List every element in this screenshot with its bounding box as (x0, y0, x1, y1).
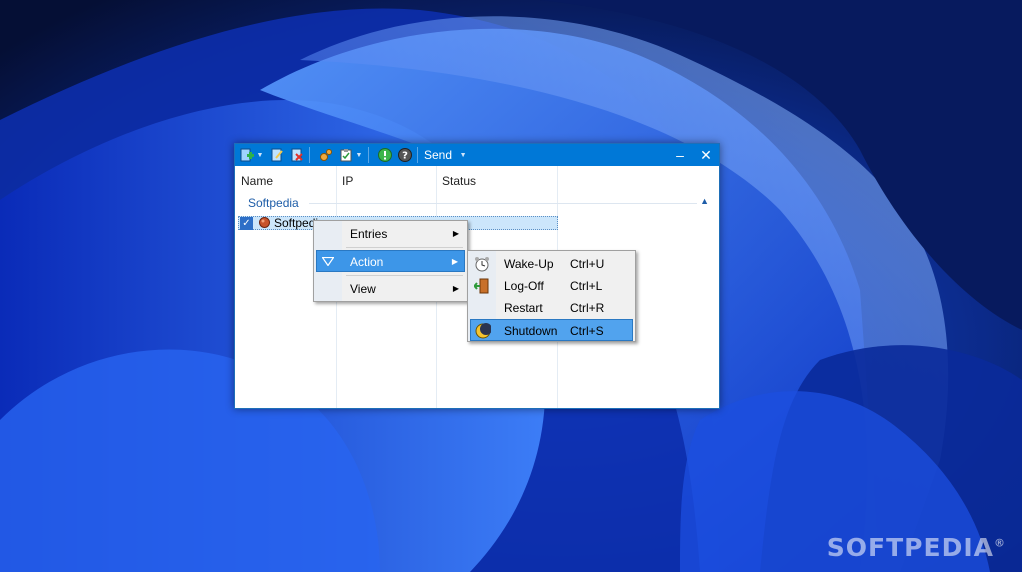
menu-item-restart[interactable]: Restart Ctrl+R (470, 297, 633, 319)
send-dropdown-arrow[interactable]: ▼ (458, 147, 468, 164)
menu-separator (346, 247, 463, 248)
moon-icon (475, 323, 491, 339)
action-submenu: Wake-Up Ctrl+U Log-Off Ctrl+L Restart Ct… (467, 250, 636, 342)
add-computer-icon (240, 148, 254, 162)
clipboard-button[interactable] (337, 147, 354, 164)
delete-button[interactable] (288, 147, 305, 164)
edit-button[interactable] (268, 147, 285, 164)
menu-item-shortcut: Ctrl+R (570, 301, 605, 315)
toolbar: ▼ ▼ ? Send ▼ – ✕ (235, 144, 719, 166)
menu-item-shutdown[interactable]: Shutdown Ctrl+S (470, 319, 633, 341)
help-button[interactable]: ? (396, 147, 413, 164)
door-exit-icon (474, 278, 489, 294)
add-dropdown-arrow[interactable]: ▼ (255, 147, 265, 164)
menu-item-label: Shutdown (504, 324, 558, 338)
submenu-arrow-icon: ▶ (452, 229, 459, 238)
info-button[interactable] (376, 147, 393, 164)
submenu-arrow-icon: ▶ (452, 284, 459, 293)
column-name[interactable]: Name (235, 166, 336, 196)
submenu-arrow-icon: ▶ (451, 257, 458, 266)
group-divider (309, 203, 697, 204)
menu-item-label: Entries (350, 227, 388, 241)
context-menu: Entries ▶ Action ▶ View ▶ (313, 220, 468, 302)
menu-item-label: Action (350, 255, 384, 269)
filter-triangle-icon (322, 257, 334, 266)
list-column-header: Name IP Status (235, 166, 719, 196)
menu-item-entries[interactable]: Entries ▶ (316, 223, 465, 245)
menu-separator (346, 275, 463, 276)
menu-item-label: Wake-Up (504, 257, 554, 271)
help-icon: ? (397, 148, 412, 162)
row-checkbox[interactable]: ✓ (240, 217, 253, 230)
info-icon (377, 148, 392, 162)
column-status[interactable]: Status (436, 166, 556, 196)
toolbar-separator (417, 147, 418, 163)
toolbar-separator (368, 147, 369, 163)
settings-icon (319, 149, 332, 161)
add-computer-button[interactable] (238, 147, 255, 164)
toolbar-separator (309, 147, 310, 163)
menu-item-view[interactable]: View ▶ (316, 278, 465, 300)
softpedia-watermark: SOFTPEDIA® (827, 533, 1006, 562)
clipboard-icon (340, 149, 351, 162)
window-controls: – ✕ (667, 144, 719, 166)
settings-button[interactable] (317, 147, 334, 164)
menu-item-log-off[interactable]: Log-Off Ctrl+L (470, 275, 633, 297)
close-button[interactable]: ✕ (693, 144, 719, 166)
alarm-clock-icon (475, 257, 489, 272)
minimize-button[interactable]: – (667, 144, 693, 166)
watermark-text: SOFTPEDIA (826, 533, 994, 562)
computer-status-icon (259, 217, 270, 228)
edit-icon (271, 148, 283, 162)
group-header-label[interactable]: Softpedia (248, 196, 299, 210)
svg-text:?: ? (402, 151, 408, 162)
column-ip[interactable]: IP (336, 166, 436, 196)
watermark-registered-mark: ® (994, 536, 1006, 550)
menu-item-action[interactable]: Action ▶ (316, 250, 465, 272)
menu-item-label: Restart (504, 301, 543, 315)
menu-item-shortcut: Ctrl+S (570, 324, 604, 338)
delete-icon (291, 148, 303, 162)
clipboard-dropdown-arrow[interactable]: ▼ (354, 147, 364, 164)
send-button[interactable]: Send (424, 148, 452, 162)
menu-item-label: Log-Off (504, 279, 544, 293)
menu-item-wake-up[interactable]: Wake-Up Ctrl+U (470, 253, 633, 275)
menu-item-shortcut: Ctrl+U (570, 257, 605, 271)
group-collapse-icon[interactable]: ▲ (700, 196, 709, 206)
menu-item-shortcut: Ctrl+L (570, 279, 603, 293)
menu-item-label: View (350, 282, 376, 296)
